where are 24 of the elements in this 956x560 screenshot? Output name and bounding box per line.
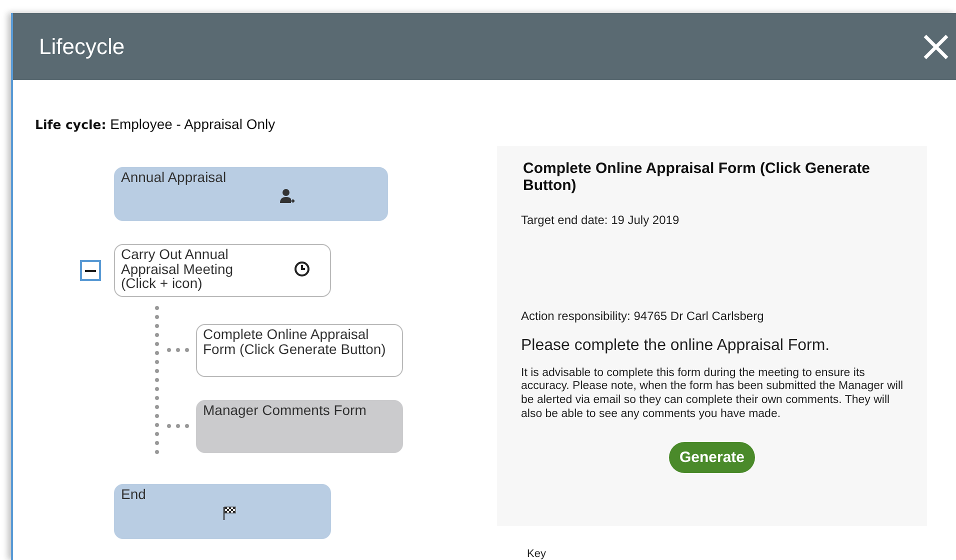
- lifecycle-node[interactable]: Carry Out Annual Appraisal Meeting (Click + icon): [114, 244, 331, 297]
- node-label: Complete Online Appraisal Form (Click Generate Button): [203, 327, 387, 356]
- lifecycle-node[interactable]: Manager Comments Form: [196, 400, 403, 453]
- person-icon: [279, 188, 295, 204]
- node-label: End: [121, 487, 147, 502]
- lifecycle-node[interactable]: Complete Online Appraisal Form (Click Generate Button): [196, 324, 403, 377]
- node-label: Annual Appraisal: [121, 170, 228, 185]
- node-label: Carry Out Annual Appraisal Meeting (Click + icon): [121, 247, 234, 292]
- lifecycle-node[interactable]: End: [114, 484, 331, 539]
- generate-button[interactable]: Generate: [669, 442, 755, 473]
- node-label: Manager Comments Form: [203, 403, 368, 418]
- key-label: Key: [527, 548, 547, 560]
- lifecycle-node[interactable]: Annual Appraisal: [114, 167, 388, 221]
- collapse-toggle[interactable]: [80, 260, 101, 281]
- clock-icon: [294, 261, 310, 277]
- lifecycle-label: Life cycle: Employee - Appraisal Only: [35, 116, 276, 132]
- action-responsibility: Action responsibility: 94765 Dr Carl Carlsberg: [521, 308, 765, 322]
- instruction-heading: Please complete the online Appraisal Form.: [521, 336, 831, 354]
- task-title: Complete Online Appraisal Form (Click Generate Button): [523, 160, 872, 194]
- close-icon[interactable]: [922, 32, 950, 60]
- checkered-flag-icon: [222, 505, 238, 521]
- instruction-text: It is advisable to complete this form during the meeting to ensure its accuracy. Please note, when the form has been submitted the Manager will be alerted via email so they can complete their own comments. They will also be able to see any comments you have made.: [521, 366, 904, 422]
- target-date: Target end date: 19 July 2019: [521, 212, 680, 226]
- window-title: Lifecycle: [39, 34, 125, 60]
